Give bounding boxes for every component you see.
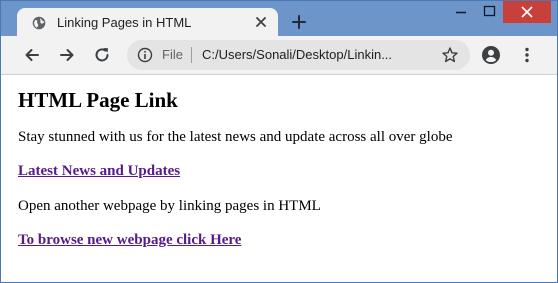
address-divider — [191, 47, 192, 63]
news-link-line: Latest News and Updates — [18, 163, 180, 180]
minimize-button[interactable] — [447, 1, 475, 23]
browse-link-line: To browse new webpage click Here — [18, 232, 241, 249]
file-scheme-label: File — [162, 47, 183, 62]
browser-toolbar: File C:/Users/Sonali/Desktop/Linkin... — [1, 36, 557, 75]
page-content: HTML Page Link Stay stunned with us for … — [1, 75, 557, 282]
window-close-button[interactable] — [503, 1, 551, 23]
info-icon[interactable] — [137, 47, 153, 63]
page-title: HTML Page Link — [18, 88, 178, 112]
plus-icon[interactable] — [291, 14, 307, 30]
news-link[interactable]: Latest News and Updates — [18, 163, 180, 179]
forward-arrow-icon[interactable] — [57, 45, 77, 65]
menu-dots-icon[interactable] — [517, 45, 537, 65]
title-bar: Linking Pages in HTML — [1, 1, 557, 37]
window-close-icon — [521, 6, 533, 18]
maximize-icon — [483, 5, 496, 17]
browser-window: Linking Pages in HTML File C:/Users/Sona… — [0, 0, 558, 283]
globe-icon — [32, 16, 46, 30]
address-bar[interactable]: File C:/Users/Sonali/Desktop/Linkin... — [127, 40, 470, 70]
back-arrow-icon[interactable] — [22, 45, 42, 65]
intro-paragraph: Stay stunned with us for the latest news… — [18, 129, 453, 145]
star-icon[interactable] — [441, 46, 459, 64]
maximize-button[interactable] — [475, 1, 503, 23]
address-url[interactable]: C:/Users/Sonali/Desktop/Linkin... — [202, 47, 420, 62]
minimize-icon — [456, 11, 466, 14]
description-paragraph: Open another webpage by linking pages in… — [18, 198, 321, 214]
account-icon[interactable] — [481, 45, 501, 65]
tab-title: Linking Pages in HTML — [57, 15, 192, 30]
browser-tab[interactable]: Linking Pages in HTML — [17, 8, 278, 37]
close-icon[interactable] — [253, 14, 269, 30]
reload-icon[interactable] — [92, 45, 112, 65]
browse-link[interactable]: To browse new webpage click Here — [18, 232, 241, 248]
